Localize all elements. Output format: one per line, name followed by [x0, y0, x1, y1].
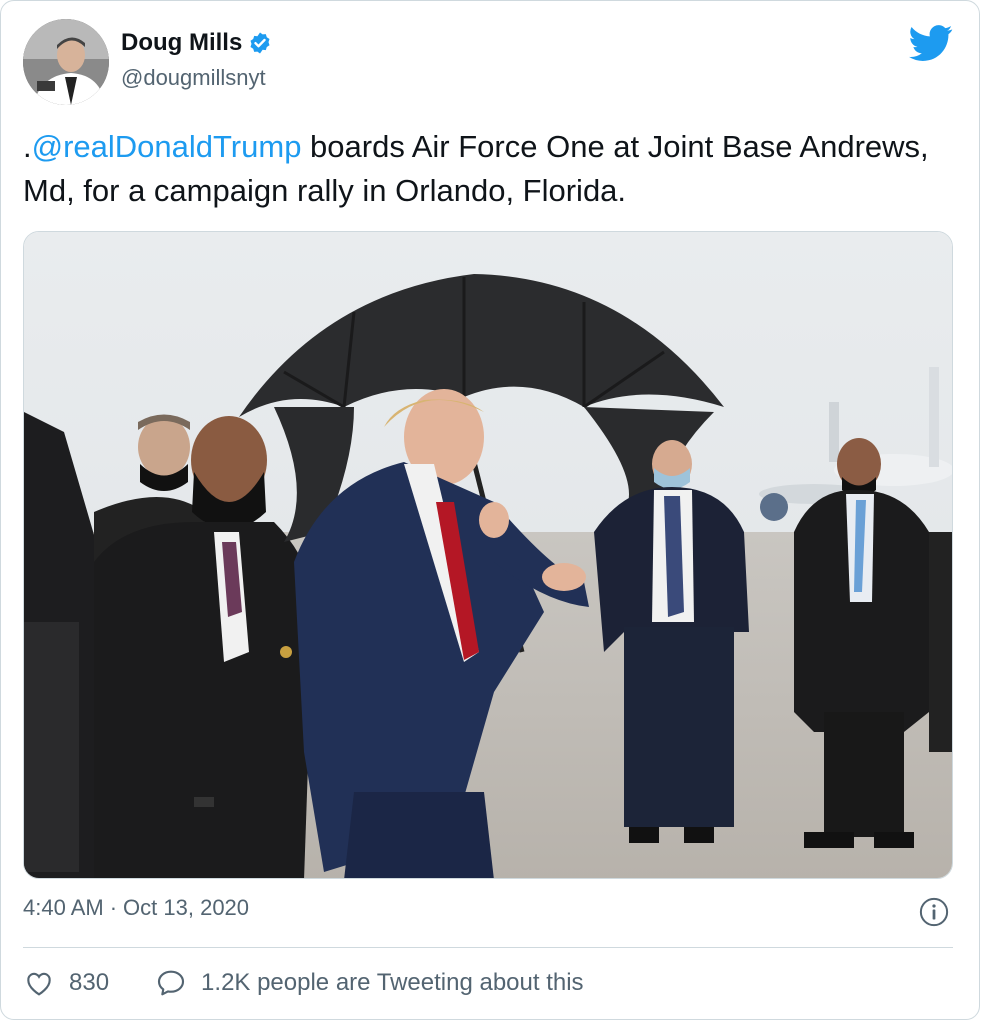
conversation-label: 1.2K people are Tweeting about this: [201, 969, 584, 996]
tweet-date[interactable]: Oct 13, 2020: [123, 895, 249, 921]
author-handle[interactable]: @dougmillsnyt: [121, 65, 266, 91]
tweet-text: .@realDonaldTrump boards Air Force One a…: [23, 125, 953, 213]
like-button[interactable]: 830: [23, 967, 109, 999]
author-name-row[interactable]: Doug Mills: [121, 29, 272, 57]
verified-badge-icon: [250, 32, 270, 54]
like-count: 830: [69, 969, 110, 996]
heart-icon: [27, 972, 51, 996]
tweet-card[interactable]: Doug Mills @dougmillsnyt .@realDonaldTru…: [0, 0, 980, 1020]
author-display-name[interactable]: Doug Mills: [121, 29, 242, 57]
info-icon[interactable]: [919, 897, 949, 927]
tweet-timestamp[interactable]: 4:40 AM · Oct 13, 2020: [23, 895, 249, 921]
avatar[interactable]: [23, 19, 109, 105]
tweet-photo[interactable]: [23, 231, 953, 879]
divider: [23, 947, 953, 948]
tweet-actions: 830 1.2K people are Tweeting about this: [23, 967, 584, 999]
speech-bubble-icon: [157, 970, 185, 996]
conversation-button[interactable]: 1.2K people are Tweeting about this: [155, 967, 584, 999]
tweet-time[interactable]: 4:40 AM: [23, 895, 104, 921]
twitter-bird-icon[interactable]: [909, 21, 953, 65]
tweet-text-prefix: .: [23, 129, 32, 164]
mention-link[interactable]: @realDonaldTrump: [32, 129, 302, 164]
timestamp-separator: ·: [109, 895, 118, 920]
